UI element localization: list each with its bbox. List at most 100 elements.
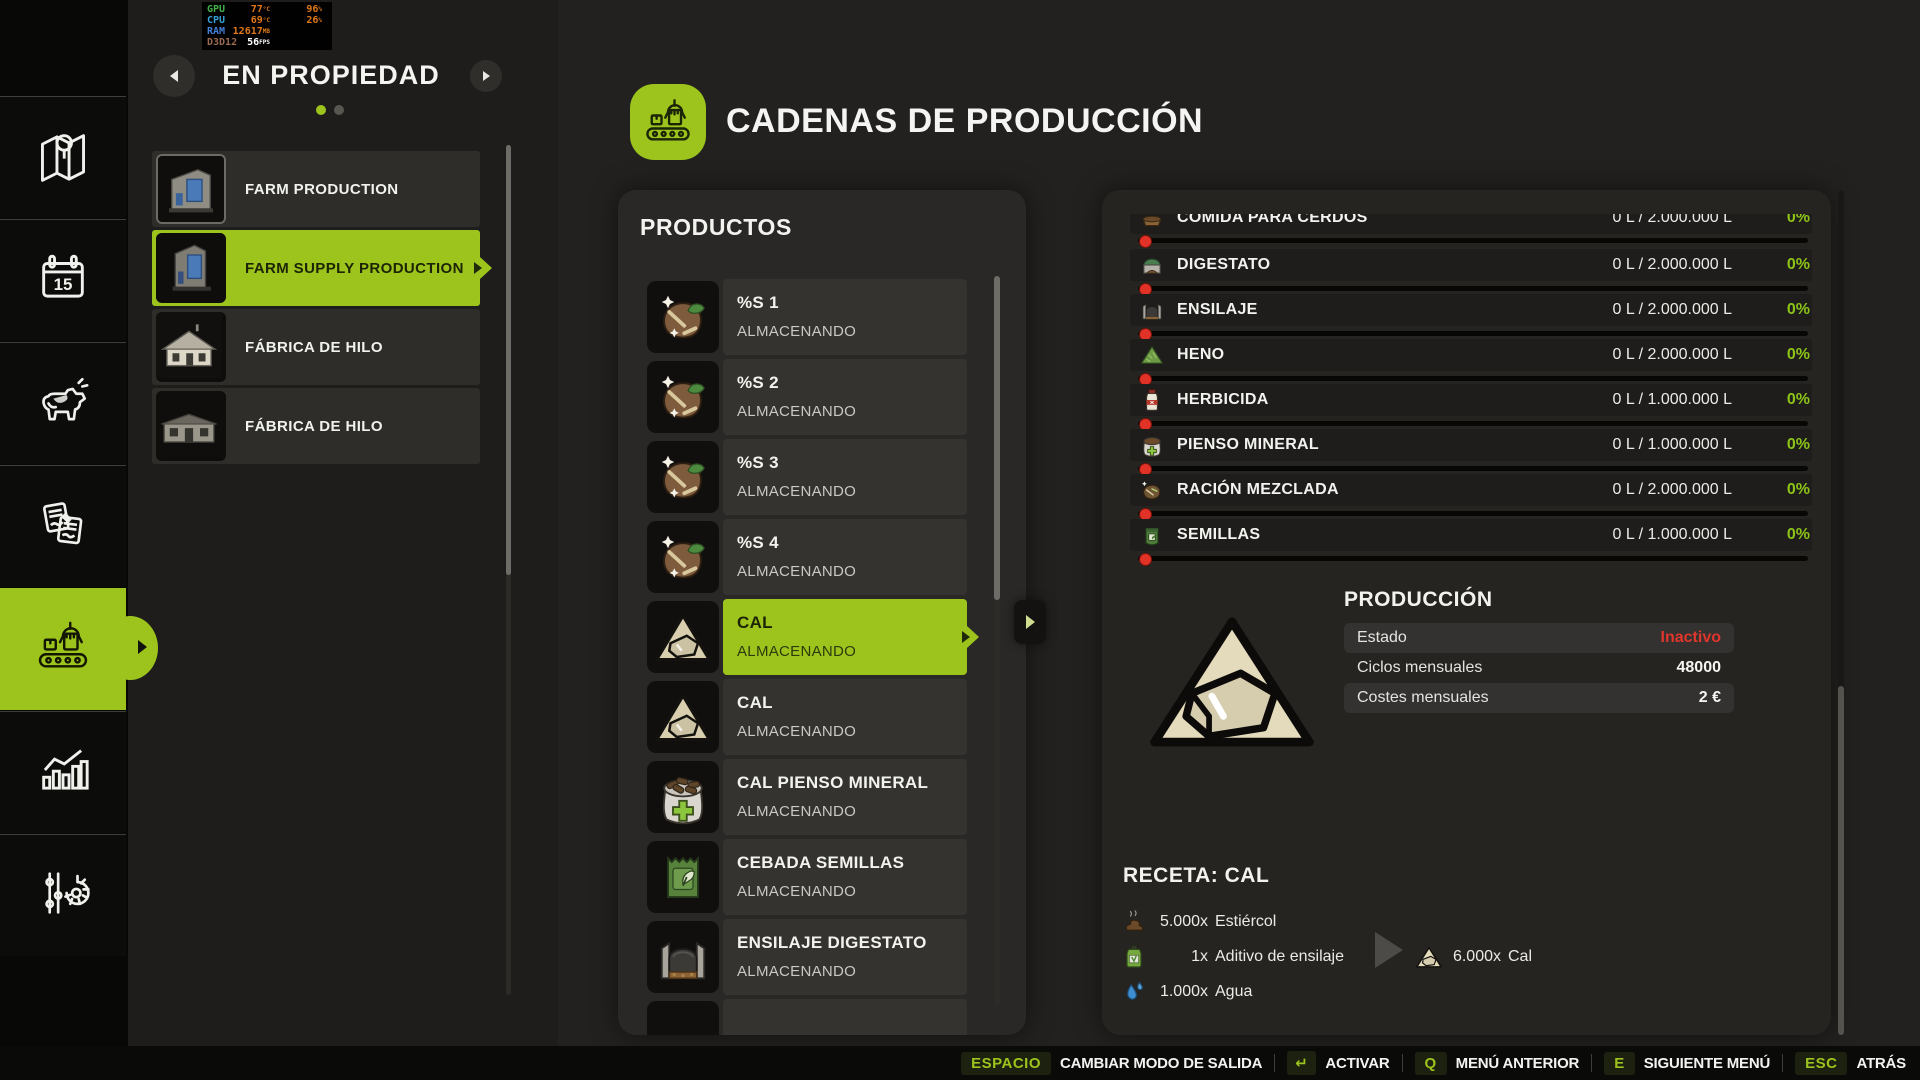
hotbar-separator [1402,1054,1403,1072]
sidebar-item-animals[interactable] [0,342,126,464]
main-menu-sidebar: 15 [0,0,128,1080]
sidebar-item-map[interactable] [0,96,126,218]
product-status: ALMACENANDO [737,883,856,900]
hotbar-activate[interactable]: ↵ ACTIVAR [1287,1051,1389,1075]
sidebar-selected-bump [102,616,158,680]
manure-icon [1120,908,1148,936]
enter-key-icon[interactable]: ↵ [1287,1051,1316,1075]
storage-row: HERBICIDA 0 L / 1.000.000 L 0% [1130,384,1812,416]
performance-overlay: GPU77°C96% CPU69°C26% RAM12617MB D3D1256… [202,2,332,50]
products-panel-tab[interactable] [1014,600,1046,644]
hotbar-previous-menu[interactable]: Q MENÚ ANTERIOR [1415,1052,1580,1075]
product-item[interactable]: CAL PIENSO MINERALALMACENANDO [647,759,967,835]
hotbar-output-mode[interactable]: ESPACIO CAMBIAR MODO DE SALIDA [961,1052,1262,1075]
product-item[interactable]: ENSILAJE DIGESTATOALMACENANDO [647,919,967,995]
product-item[interactable]: %S 4 ALMACENANDO [647,519,967,595]
panel-tab-arrow-icon [1026,615,1035,629]
fill-bar [1138,238,1808,243]
page-dot-active[interactable] [316,105,326,115]
hotbar-separator [1782,1054,1783,1072]
storage-row: PIENSO MINERAL 0 L / 1.000.000 L 0% [1130,429,1812,461]
building-thumbnail [156,154,226,224]
owned-next-button[interactable] [470,60,502,92]
page-title: CADENAS DE PRODUCCIÓN [726,102,1203,141]
product-status: ALMACENANDO [737,403,856,420]
sidebar-selected-arrow-icon [138,640,147,654]
silage-additive-icon [1120,943,1148,971]
seeds-icon [1139,522,1165,548]
sidebar-item-contracts[interactable] [0,465,126,587]
building-name: FARM SUPPLY PRODUCTION [245,230,464,306]
sidebar-item-calendar[interactable]: 15 [0,219,126,341]
storage-list[interactable]: COMIDA PARA CERDOS 0 L / 2.000.000 L 0% … [1130,214,1816,566]
fill-bar [1138,286,1808,291]
building-thumbnail [156,312,226,382]
storage-row: HENO 0 L / 2.000.000 L 0% [1130,339,1812,371]
silage-bunker-icon [647,921,719,993]
product-name: %S 1 [737,293,779,313]
fill-level-marker [1139,553,1152,566]
hotbar-next-menu[interactable]: E SIGUIENTE MENÚ [1604,1052,1770,1075]
cycles-value: 48000 [1677,659,1722,677]
cycles-label: Ciclos mensuales [1357,659,1482,677]
digestate-icon [1139,252,1165,278]
building-name: FÁBRICA DE HILO [245,309,383,385]
detail-panel-scrollbar-thumb[interactable] [1838,686,1844,1035]
owned-list-scrollbar-thumb[interactable] [506,145,511,575]
building-item[interactable]: FARM PRODUCTION [152,151,480,227]
fill-level-marker [1139,235,1152,248]
product-item[interactable]: CEBADA SEMILLAS ALMACENANDO [647,839,967,915]
fill-bar [1138,556,1808,561]
sidebar-item-settings[interactable] [0,834,126,956]
product-item[interactable]: %S 3 ALMACENANDO [647,439,967,515]
production-chains-icon [34,618,92,681]
product-item[interactable]: CALALMACENANDO [647,679,967,755]
svg-text:15: 15 [54,275,73,294]
detail-panel-scrollbar[interactable] [1838,190,1844,1035]
game-screen: 15 [0,0,1920,1080]
recipe-title: RECETA: CAL [1123,864,1269,888]
owned-prev-button[interactable] [153,55,195,97]
product-name: %S 3 [737,453,779,473]
storage-row: RACIÓN MEZCLADA 0 L / 2.000.000 L 0% [1130,474,1812,506]
product-item-clipped[interactable] [647,999,967,1035]
building-item-selected[interactable]: FARM SUPPLY PRODUCTION [152,230,480,306]
production-chains-header-icon [630,84,706,160]
esc-key[interactable]: ESC [1795,1052,1847,1075]
product-name: CAL PIENSO MINERAL [737,773,928,793]
map-icon [34,126,92,189]
mineral-feed-icon [647,761,719,833]
product-status: ALMACENANDO [737,483,856,500]
hotbar-separator [1274,1054,1275,1072]
selected-product-arrow-icon [962,631,970,643]
settings-icon [34,864,92,927]
fill-bar [1138,511,1808,516]
fill-bar [1138,331,1808,336]
compost-icon [647,281,719,353]
selected-building-arrow-icon [474,262,482,274]
building-thumbnail [156,391,226,461]
product-item[interactable]: %S 1ALMACENANDO [647,279,967,355]
product-name: CEBADA SEMILLAS [737,853,904,873]
fill-bar [1138,466,1808,471]
page-dot-inactive[interactable] [334,105,344,115]
building-item[interactable]: FÁBRICA DE HILO [152,388,480,464]
hotbar-back[interactable]: ESC ATRÁS [1795,1052,1906,1075]
q-key[interactable]: Q [1415,1052,1447,1075]
compost-icon [647,361,719,433]
product-item[interactable]: %S 2ALMACENANDO [647,359,967,435]
product-status: ALMACENANDO [737,563,856,580]
building-item[interactable]: FÁBRICA DE HILO [152,309,480,385]
sidebar-item-statistics[interactable] [0,711,126,833]
product-status: ALMACENANDO [737,723,856,740]
owned-list-scrollbar[interactable] [506,145,511,995]
product-item-selected[interactable]: CALALMACENANDO [647,599,967,675]
e-key[interactable]: E [1604,1052,1635,1075]
product-status: ALMACENANDO [737,643,856,660]
storage-row-clipped: COMIDA PARA CERDOS 0 L / 2.000.000 L 0% [1130,214,1812,234]
product-name: %S 4 [737,533,779,553]
products-scrollbar[interactable] [994,276,1000,1005]
building-name: FÁBRICA DE HILO [245,388,383,464]
space-key[interactable]: ESPACIO [961,1052,1051,1075]
products-scrollbar-thumb[interactable] [994,276,1000,600]
